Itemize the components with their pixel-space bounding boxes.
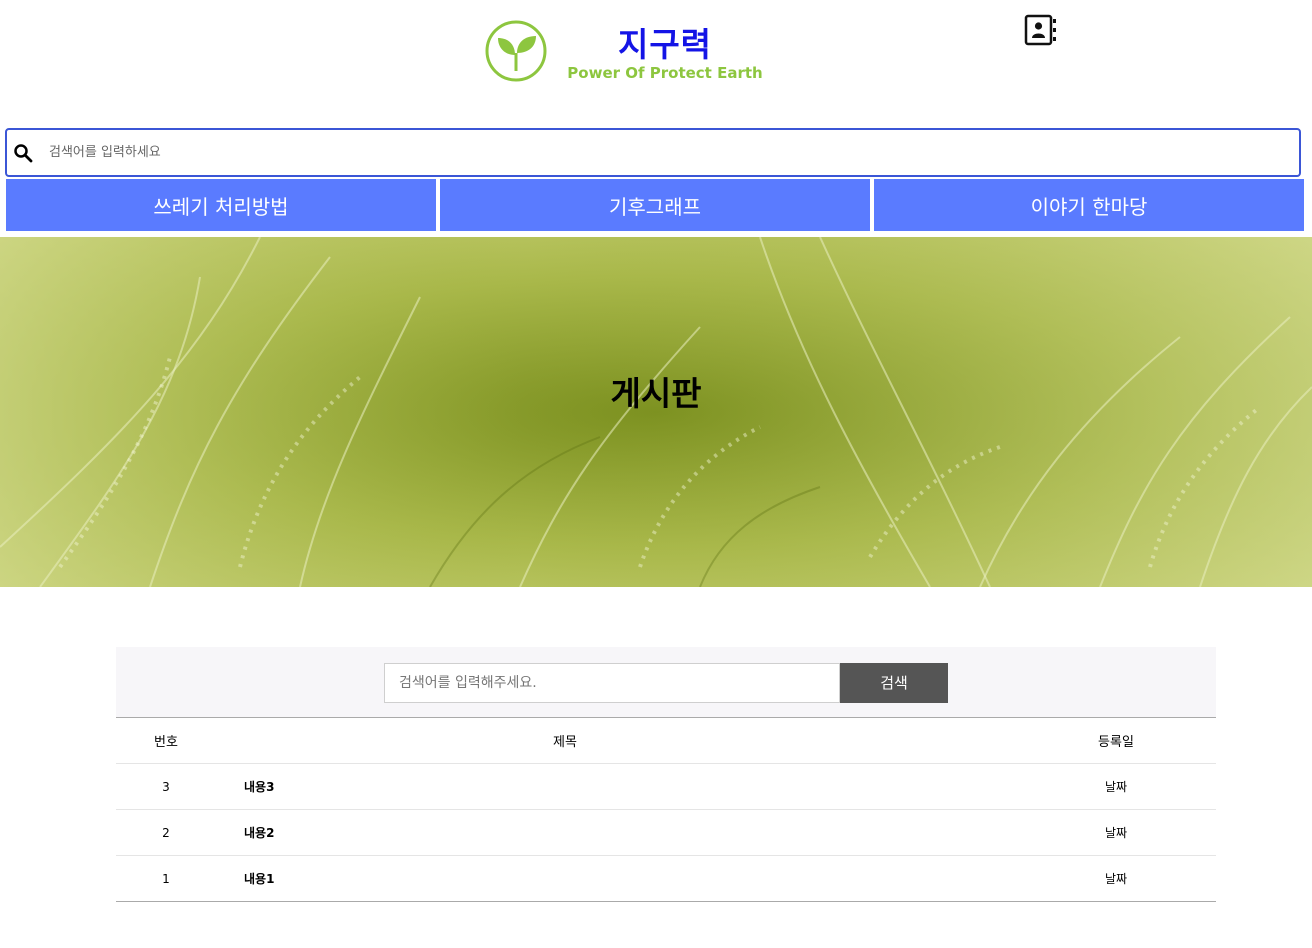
site-title[interactable]: 지구력 bbox=[565, 18, 765, 66]
table-row[interactable]: 3 내용3 날짜 bbox=[116, 763, 1216, 810]
main-nav: 쓰레기 처리방법 기후그래프 이야기 한마당 bbox=[6, 179, 1306, 231]
row-number: 2 bbox=[116, 809, 216, 856]
address-book-icon[interactable] bbox=[1024, 14, 1058, 46]
row-date: 날짜 bbox=[1016, 763, 1216, 810]
site-header: 지구력 Power Of Protect Earth bbox=[0, 0, 1312, 128]
nav-item-waste-disposal[interactable]: 쓰레기 처리방법 bbox=[6, 179, 436, 231]
global-search-input[interactable] bbox=[49, 132, 1249, 173]
table-row[interactable]: 2 내용2 날짜 bbox=[116, 809, 1216, 856]
hero-banner: 게시판 bbox=[0, 237, 1312, 587]
board-search-button[interactable]: 검색 bbox=[840, 662, 948, 703]
row-title-link[interactable]: 내용1 bbox=[216, 856, 1016, 902]
row-title-link[interactable]: 내용3 bbox=[216, 763, 1016, 810]
nav-item-climate-graph[interactable]: 기후그래프 bbox=[440, 179, 870, 231]
table-row[interactable]: 1 내용1 날짜 bbox=[116, 856, 1216, 902]
row-date: 날짜 bbox=[1104, 872, 1128, 886]
site-subtitle: Power Of Protect Earth bbox=[567, 64, 763, 82]
board-section: 검색 번호 제목 등록일 3 내용3 날짜 2 내용2 날짜 1 내용1 bbox=[116, 647, 1216, 902]
column-header-date: 등록일 bbox=[1016, 717, 1216, 764]
column-header-title: 제목 bbox=[216, 717, 1016, 764]
table-header-row: 번호 제목 등록일 bbox=[116, 717, 1216, 764]
row-title-link[interactable]: 내용2 bbox=[216, 809, 1016, 856]
search-icon[interactable] bbox=[13, 143, 33, 163]
row-number: 3 bbox=[116, 763, 216, 810]
board-search-input[interactable] bbox=[384, 662, 840, 703]
global-search-bar[interactable] bbox=[5, 128, 1301, 177]
nav-item-story-forum[interactable]: 이야기 한마당 bbox=[874, 179, 1304, 231]
page-title: 게시판 bbox=[610, 374, 702, 413]
board-table: 번호 제목 등록일 3 내용3 날짜 2 내용2 날짜 1 내용1 날짜 bbox=[116, 717, 1216, 902]
row-date: 날짜 bbox=[1016, 809, 1216, 856]
sprout-circle-icon[interactable] bbox=[484, 19, 548, 83]
board-search-bar: 검색 bbox=[116, 647, 1216, 717]
row-number: 1 bbox=[162, 871, 170, 886]
column-header-number: 번호 bbox=[116, 717, 216, 764]
